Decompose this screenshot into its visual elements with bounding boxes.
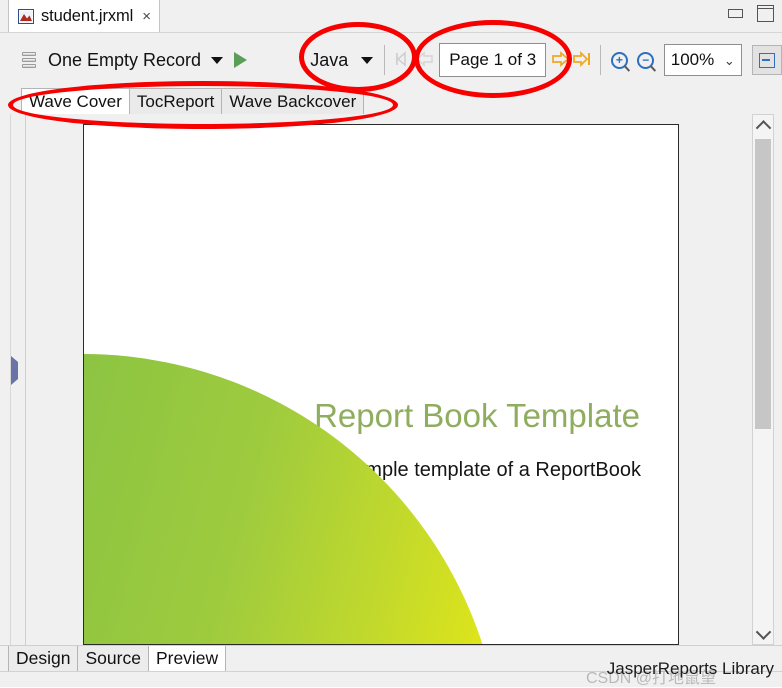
- vertical-scrollbar[interactable]: [752, 114, 774, 645]
- zoom-level-select[interactable]: 100% ⌄: [663, 44, 742, 76]
- scrollbar-thumb[interactable]: [755, 139, 771, 429]
- editor-tab-label: student.jrxml: [41, 6, 134, 25]
- jrxml-file-icon: [18, 8, 34, 24]
- view-tab-source[interactable]: Source: [77, 646, 149, 672]
- export-report-button[interactable]: [752, 45, 782, 75]
- database-icon: [22, 51, 36, 69]
- datasource-dropdown-icon[interactable]: [211, 56, 224, 64]
- previous-page-icon[interactable]: [414, 50, 436, 70]
- window-controls: [728, 0, 774, 26]
- report-page: Report Book Template A sample template o…: [83, 124, 679, 645]
- report-tab-label: TocReport: [136, 91, 215, 111]
- zoom-out-icon[interactable]: −: [637, 51, 655, 69]
- view-tab-label: Source: [85, 648, 141, 668]
- page-canvas[interactable]: Report Book Template A sample template o…: [25, 114, 782, 645]
- page-indicator-field[interactable]: Page 1 of 3: [439, 43, 547, 77]
- report-tab-wave-cover[interactable]: Wave Cover: [21, 88, 130, 114]
- report-tab-tocreport[interactable]: TocReport: [128, 88, 223, 114]
- view-tab-preview[interactable]: Preview: [147, 646, 227, 672]
- scroll-up-icon[interactable]: [753, 115, 773, 137]
- report-tab-label: Wave Cover: [29, 91, 122, 111]
- zoom-in-icon[interactable]: +: [610, 51, 628, 69]
- left-gutter: [0, 114, 11, 645]
- chevron-down-icon: ⌄: [723, 52, 735, 68]
- report-title: Report Book Template: [314, 397, 640, 434]
- close-icon[interactable]: ×: [142, 9, 151, 24]
- export-icon: [759, 52, 775, 68]
- preview-toolbar: One Empty Record Java Page 1 of 3 + − 10…: [0, 32, 782, 87]
- run-report-icon[interactable]: [234, 52, 248, 68]
- toolbar-separator-1: [383, 45, 385, 75]
- first-page-icon[interactable]: [392, 50, 414, 70]
- status-bar: CSDN @打地鼠望 JasperReports Library: [0, 659, 782, 687]
- report-tab-wave-backcover[interactable]: Wave Backcover: [221, 88, 365, 114]
- language-label: Java: [310, 49, 349, 70]
- page-indicator-text: Page 1 of 3: [449, 50, 537, 69]
- view-tab-design[interactable]: Design: [8, 646, 79, 672]
- scroll-down-icon[interactable]: [753, 622, 773, 644]
- jaspersoft-studio-window: student.jrxml × One Empty Record Java Pa…: [0, 0, 782, 687]
- toolbar-separator-2: [600, 45, 602, 75]
- next-page-icon[interactable]: [549, 50, 571, 70]
- datasource-label: One Empty Record: [48, 49, 202, 70]
- panel-expander-icon[interactable]: [11, 356, 21, 385]
- maximize-icon[interactable]: [757, 4, 774, 22]
- status-library-label: JasperReports Library: [606, 659, 774, 678]
- title-bar: student.jrxml ×: [0, 0, 782, 32]
- view-tab-label: Design: [16, 648, 71, 668]
- minimize-icon[interactable]: [728, 8, 743, 18]
- view-tab-label: Preview: [155, 648, 219, 668]
- last-page-icon[interactable]: [571, 50, 593, 70]
- report-book-tabs: Wave Cover TocReport Wave Backcover: [0, 86, 782, 114]
- editor-tab-student-jrxml[interactable]: student.jrxml ×: [8, 0, 160, 32]
- preview-area: Report Book Template A sample template o…: [0, 114, 782, 645]
- language-dropdown-icon[interactable]: [360, 56, 373, 64]
- report-tab-label: Wave Backcover: [229, 91, 357, 111]
- zoom-level-value: 100%: [670, 50, 715, 69]
